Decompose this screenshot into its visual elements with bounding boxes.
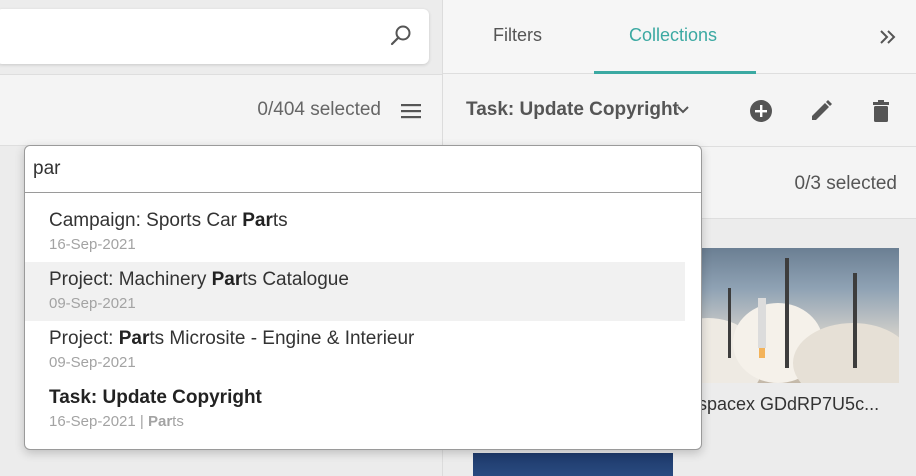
suggestion-title-prefix: Campaign: Sports Car [49,210,243,231]
suggestion-date: 16-Sep-2021 | Parts [49,412,685,432]
collection-selected-count: 0/3 selected [794,173,897,194]
collection-selector[interactable]: Task: Update Copyright [466,99,679,121]
asset-thumbnail[interactable] [473,453,673,476]
suggestion-date: 09-Sep-2021 [49,295,136,312]
suggestion-title-match: Par [211,269,243,290]
asset-selected-count: 0/404 selected [257,99,381,120]
asset-thumbnail[interactable] [673,248,899,383]
asset-search-box[interactable] [0,9,429,64]
double-chevron-right-icon[interactable] [877,26,899,48]
suggestion-title-match: Par [118,328,150,349]
trash-icon[interactable] [868,98,894,124]
asset-toolbar: 0/404 selected [0,74,442,146]
suggestion-title: Task: Update Copyright [49,387,262,408]
panel-tabs: Filters Collections [443,0,916,74]
suggestion-title-suffix: ts Catalogue [242,269,349,290]
chevron-down-icon[interactable] [675,102,691,118]
suggestion-item[interactable]: Campaign: Sports Car Parts 16-Sep-2021 [25,203,685,262]
suggestion-item[interactable]: Project: Machinery Parts Catalogue 09-Se… [25,262,685,321]
suggestion-title-match: Par [242,210,273,231]
suggestion-date: 09-Sep-2021 [49,354,136,371]
pencil-icon[interactable] [808,98,834,124]
suggestion-title-prefix: Project: Machinery [49,269,212,290]
asset-thumbnail-name: spacex GDdRP7U5c... [698,394,880,414]
add-circle-icon[interactable] [748,98,774,124]
suggestion-title: Campaign: Sports Car Parts [49,209,685,233]
suggestion-sub-match: Par [147,413,173,430]
suggestion-title-suffix: ts Microsite - Engine & Interieur [149,328,415,349]
suggestion-title-suffix: ts [272,210,288,231]
suggestion-sub-suffix: ts [172,413,184,430]
suggestion-title: Project: Parts Microsite - Engine & Inte… [49,327,685,351]
collection-toolbar: Task: Update Copyright [443,74,916,147]
suggestion-item[interactable]: Project: Parts Microsite - Engine & Inte… [25,321,685,380]
suggestion-date: 16-Sep-2021 [49,236,136,253]
suggestion-title: Project: Machinery Parts Catalogue [49,268,685,292]
suggestion-item-current[interactable]: Task: Update Copyright 16-Sep-2021 | Par… [25,380,685,439]
menu-icon[interactable] [400,100,422,122]
tab-collections[interactable]: Collections [629,25,717,46]
suggestion-date-text: 16-Sep-2021 | [49,413,148,430]
tab-filters[interactable]: Filters [493,25,542,46]
asset-search-area [0,0,442,74]
search-icon[interactable] [389,24,413,48]
collection-suggestions: Campaign: Sports Car Parts 16-Sep-2021 P… [25,203,701,439]
suggestion-title-prefix: Project: [49,328,119,349]
collection-search-dropdown: Campaign: Sports Car Parts 16-Sep-2021 P… [24,145,702,450]
collection-search-input[interactable] [25,146,701,193]
